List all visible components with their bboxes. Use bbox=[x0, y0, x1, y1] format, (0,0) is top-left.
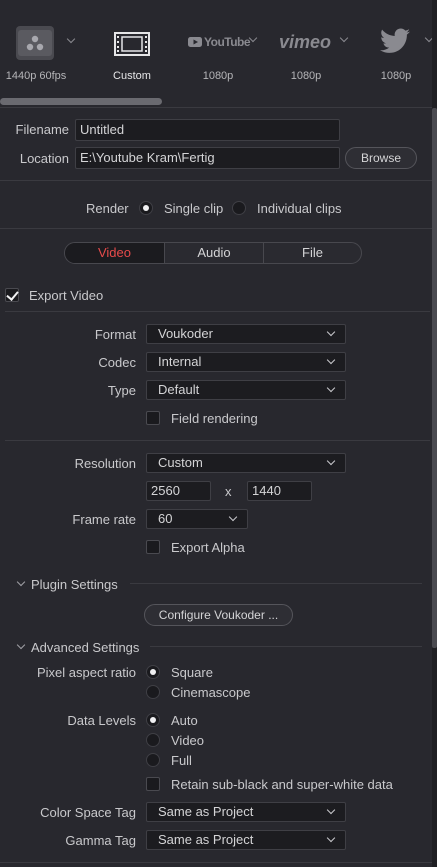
color-space-value: Same as Project bbox=[158, 804, 254, 819]
preset-label: 1440p 60fps bbox=[5, 70, 67, 82]
data-levels-label: Data Levels bbox=[67, 713, 136, 728]
location-label: Location bbox=[19, 151, 69, 166]
auto-radio[interactable] bbox=[146, 713, 160, 727]
gamma-tag-dropdown[interactable]: Same as Project bbox=[146, 830, 346, 850]
video-label[interactable]: Video bbox=[171, 733, 204, 748]
color-space-tag-label: Color Space Tag bbox=[40, 805, 136, 820]
settings-tabs: Video Audio File bbox=[64, 242, 362, 264]
full-radio[interactable] bbox=[146, 753, 160, 767]
vertical-scrollbar[interactable] bbox=[432, 108, 437, 648]
tab-video[interactable]: Video bbox=[65, 243, 164, 263]
gamma-tag-label: Gamma Tag bbox=[65, 833, 136, 848]
filename-field[interactable]: Untitled bbox=[75, 119, 340, 141]
chevron-down-icon[interactable] bbox=[16, 577, 26, 587]
frame-rate-label: Frame rate bbox=[72, 512, 136, 527]
individual-clips-label[interactable]: Individual clips bbox=[257, 201, 342, 216]
frame-rate-value: 60 bbox=[158, 511, 173, 526]
preset-twitter-1080p[interactable]: 1080p bbox=[360, 0, 434, 100]
full-label[interactable]: Full bbox=[171, 753, 192, 768]
gamma-value: Same as Project bbox=[158, 832, 254, 847]
type-dropdown[interactable]: Default bbox=[146, 380, 346, 400]
retain-sub-black-checkbox[interactable] bbox=[146, 777, 160, 791]
chevron-down-icon[interactable] bbox=[339, 33, 349, 43]
color-space-tag-dropdown[interactable]: Same as Project bbox=[146, 802, 346, 822]
chevron-down-icon bbox=[228, 512, 238, 522]
youtube-logo-text: YouTube bbox=[204, 35, 251, 49]
resolution-height-field[interactable]: 1440 bbox=[247, 481, 312, 501]
divider bbox=[5, 440, 430, 441]
codec-dropdown[interactable]: Internal bbox=[146, 352, 346, 372]
plugin-settings-header[interactable]: Plugin Settings bbox=[31, 577, 118, 592]
location-field[interactable]: E:\Youtube Kram\Fertig bbox=[75, 147, 340, 169]
tab-audio[interactable]: Audio bbox=[165, 243, 263, 263]
chevron-down-icon bbox=[326, 456, 336, 466]
preset-youtube-1080p[interactable]: YouTube 1080p bbox=[182, 0, 258, 100]
export-alpha-label[interactable]: Export Alpha bbox=[171, 540, 245, 555]
preset-label: Custom bbox=[113, 70, 151, 82]
single-clip-label[interactable]: Single clip bbox=[164, 201, 223, 216]
square-label[interactable]: Square bbox=[171, 665, 213, 680]
export-video-checkbox[interactable] bbox=[5, 288, 19, 302]
resolution-width-field[interactable]: 2560 bbox=[146, 481, 211, 501]
divider bbox=[0, 180, 432, 181]
preset-vimeo-1080p[interactable]: vimeo 1080p bbox=[270, 0, 349, 100]
preset-custom[interactable]: Custom bbox=[96, 0, 168, 100]
filename-label: Filename bbox=[15, 122, 69, 137]
tab-file[interactable]: File bbox=[264, 243, 361, 263]
resolution-value: Custom bbox=[158, 455, 203, 470]
divider bbox=[0, 228, 432, 229]
export-alpha-checkbox[interactable] bbox=[146, 540, 160, 554]
preset-label: 1080p bbox=[380, 70, 412, 82]
codec-label: Codec bbox=[98, 355, 136, 370]
chevron-down-icon bbox=[326, 833, 336, 843]
codec-value: Internal bbox=[158, 354, 202, 369]
advanced-settings-header[interactable]: Advanced Settings bbox=[31, 640, 139, 655]
preset-label: 1080p bbox=[290, 70, 322, 82]
render-presets-bar: 1440p 60fps Custom YouTube 1080p vimeo 1… bbox=[0, 0, 434, 108]
field-rendering-label[interactable]: Field rendering bbox=[171, 411, 258, 426]
chevron-down-icon bbox=[326, 327, 336, 337]
chevron-down-icon bbox=[326, 355, 336, 365]
resolution-dropdown[interactable]: Custom bbox=[146, 453, 346, 473]
configure-voukoder-button[interactable]: Configure Voukoder ... bbox=[144, 604, 293, 626]
resolution-label: Resolution bbox=[74, 456, 136, 471]
render-label: Render bbox=[86, 201, 129, 216]
chevron-down-icon bbox=[326, 805, 336, 815]
format-label: Format bbox=[94, 327, 136, 342]
resolve-logo-icon bbox=[16, 26, 54, 60]
chevron-down-icon bbox=[326, 383, 336, 393]
chevron-down-icon[interactable] bbox=[16, 640, 26, 650]
square-radio[interactable] bbox=[146, 665, 160, 679]
format-dropdown[interactable]: Voukoder bbox=[146, 324, 346, 344]
chevron-down-icon[interactable] bbox=[66, 34, 76, 44]
export-video-label[interactable]: Export Video bbox=[29, 288, 103, 303]
video-radio[interactable] bbox=[146, 733, 160, 747]
divider bbox=[0, 862, 432, 863]
frame-rate-dropdown[interactable]: 60 bbox=[146, 509, 248, 529]
film-strip-icon bbox=[114, 32, 150, 59]
cinemascope-label[interactable]: Cinemascope bbox=[171, 685, 251, 700]
field-rendering-checkbox[interactable] bbox=[146, 411, 160, 425]
divider bbox=[5, 311, 430, 312]
single-clip-radio[interactable] bbox=[139, 201, 153, 215]
type-label: Type bbox=[107, 383, 136, 398]
retain-sub-black-label[interactable]: Retain sub-black and super-white data bbox=[171, 777, 393, 792]
auto-label[interactable]: Auto bbox=[171, 713, 198, 728]
preset-label: 1080p bbox=[202, 70, 234, 82]
presets-scrollbar[interactable] bbox=[0, 98, 162, 105]
preset-1440p-60fps[interactable]: 1440p 60fps bbox=[0, 0, 76, 100]
divider bbox=[150, 646, 422, 647]
divider bbox=[130, 583, 422, 584]
cinemascope-radio[interactable] bbox=[146, 685, 160, 699]
individual-clips-radio[interactable] bbox=[232, 201, 246, 215]
pixel-aspect-ratio-label: Pixel aspect ratio bbox=[37, 665, 136, 680]
twitter-logo-icon bbox=[380, 28, 410, 57]
resolution-x-separator: x bbox=[225, 484, 232, 499]
type-value: Default bbox=[158, 382, 200, 397]
format-value: Voukoder bbox=[158, 326, 213, 341]
vimeo-logo-icon: vimeo bbox=[279, 32, 332, 52]
browse-button[interactable]: Browse bbox=[345, 147, 417, 169]
